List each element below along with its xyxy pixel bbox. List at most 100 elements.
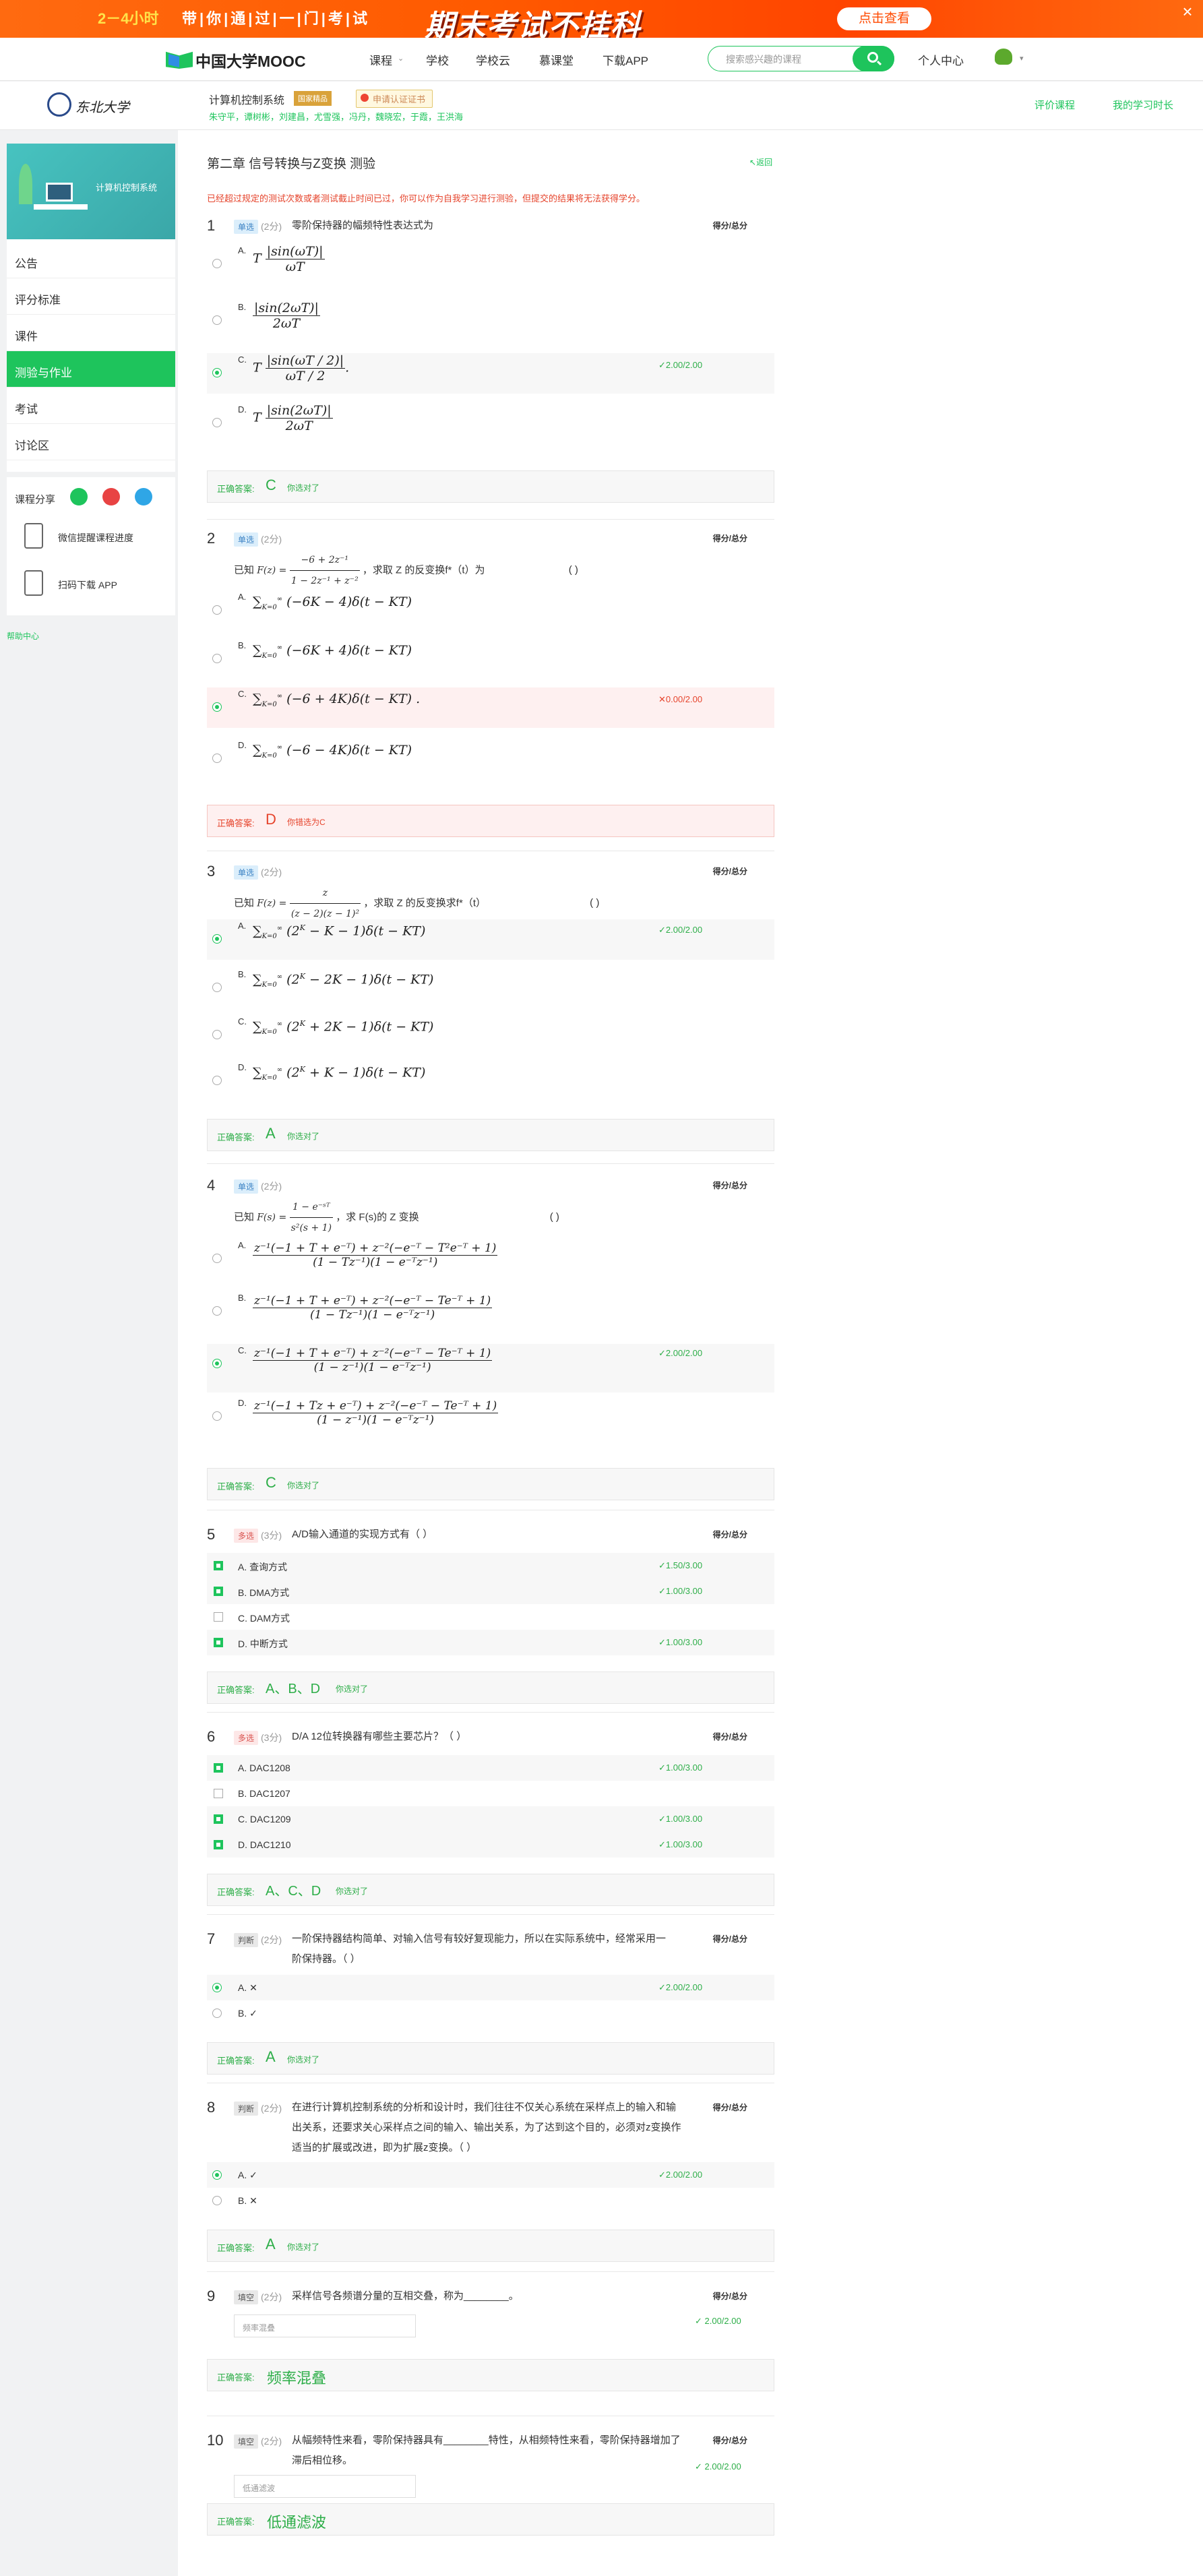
option-b[interactable]: B. ∑K=0∞ (−6K + 4)δ(t − KT) (207, 639, 774, 679)
question-text: 一阶保持器结构简单、对输入信号有较好复现能力，所以在实际系统中，经常采用一阶保持… (292, 1933, 667, 1965)
nav-mooc-class[interactable]: 慕课堂 (539, 51, 574, 68)
option-result: ✓2.00/2.00 (658, 360, 703, 370)
download-app-link[interactable]: 扫码下载 APP (58, 578, 117, 592)
option-result: ✕0.00/2.00 (658, 694, 703, 704)
sidebar-item-quiz[interactable]: 测验与作业 (7, 351, 175, 388)
option-b[interactable]: B. |sin(2ωT)| 2ωT (207, 301, 774, 341)
correct-answer: 低通滤波 (267, 2514, 327, 2531)
course-title[interactable]: 计算机控制系统 (209, 91, 284, 107)
sidebar-item-discussion[interactable]: 讨论区 (7, 424, 175, 460)
option-b[interactable]: B. DMA方式 ✓1.00/3.00 (207, 1578, 774, 1604)
correct-answer: D (266, 811, 276, 828)
personal-center[interactable]: 个人中心 (918, 51, 964, 68)
promo-slogan: 带|你|通|过|一|门|考|试 (182, 10, 371, 27)
nav-school-cloud[interactable]: 学校云 (476, 51, 510, 68)
answer-input[interactable]: 频率混叠 (234, 2314, 416, 2337)
back-link[interactable]: ↖返回 (749, 156, 772, 168)
chevron-down-icon: ⌄ (398, 55, 404, 63)
option-d[interactable]: D. 中断方式 ✓1.00/3.00 (207, 1630, 774, 1655)
option-b[interactable]: B. z⁻¹(−1 + T + e⁻ᵀ) + z⁻²(−e⁻ᵀ − Te⁻ᵀ +… (207, 1291, 774, 1340)
share-label: 课程分享 (15, 494, 56, 505)
question-8: 8 判断 (2分) 在进行计算机控制系统的分析和设计时，我们往往不仅关心系统在采… (207, 2099, 774, 2262)
option-d[interactable]: D. ∑K=0∞ (−6 − 4K)δ(t − KT) (207, 739, 774, 779)
correct-answer-box: 正确答案: 低通滤波 (207, 2503, 774, 2536)
university-seal-icon (47, 92, 71, 117)
option-c[interactable]: C. DAM方式 (207, 1604, 774, 1630)
wechat-icon[interactable] (70, 488, 88, 505)
option-d[interactable]: D. DAC1210 ✓1.00/3.00 (207, 1832, 774, 1858)
course-cover: 计算机控制系统 (7, 144, 175, 239)
option-c[interactable]: C. ∑K=0∞ (2K + 2K − 1)δ(t − KT) (207, 1015, 774, 1055)
option-result: ✓ 2.00/2.00 (695, 2316, 741, 2326)
sidebar-item-exam[interactable]: 考试 (7, 388, 175, 424)
teacher-list[interactable]: 朱守平，谭树彬，刘建昌，尤雪强，冯丹，魏晓宏，于霞，王洪海 (209, 110, 463, 123)
mooc-logo[interactable]: 中国大学MOOC (166, 47, 325, 70)
share-panel: 课程分享 微信提醒课程进度 扫码下载 APP (7, 472, 175, 615)
question-4: 4 单选 (2分) 得分/总分 已知 F(s) = 1 − e⁻ˢᵀ s²(s +… (207, 1177, 774, 1500)
question-9: 9 填空 (2分) 采样信号各频谱分量的互相交叠，称为________。 得分/… (207, 2288, 774, 2409)
qq-icon[interactable] (135, 488, 152, 505)
question-text: 在进行计算机控制系统的分析和设计时，我们往往不仅关心系统在采样点上的输入和输出关… (292, 2102, 681, 2153)
correct-answer: C (266, 477, 276, 493)
option-b[interactable]: B. DAC1207 (207, 1781, 774, 1806)
option-a[interactable]: A. T |sin(ωT)| ωT (207, 244, 774, 284)
search-input[interactable]: 搜索感兴趣的课程 (726, 53, 801, 66)
option-a[interactable]: A. z⁻¹(−1 + T + e⁻ᵀ) + z⁻²(−e⁻ᵀ − T²e⁻ᵀ … (207, 1239, 774, 1287)
correct-answer-box: 正确答案: A 你选对了 (207, 2042, 774, 2075)
answer-input[interactable]: 低通滤波 (234, 2475, 416, 2498)
correct-answer-box: 正确答案: 频率混叠 (207, 2359, 774, 2391)
correct-answer: A (266, 1125, 276, 1142)
option-a[interactable]: A. ✕ ✓2.00/2.00 (207, 1975, 774, 2000)
nav-schools[interactable]: 学校 (426, 51, 449, 68)
wechat-reminder-link[interactable]: 微信提醒课程进度 (58, 531, 133, 545)
correct-answer-box: 正确答案: C 你选对了 (207, 470, 774, 503)
option-c[interactable]: C. ∑K=0∞ (−6 + 4K)δ(t − KT) . ✕0.00/2.00 (207, 687, 774, 728)
university-logo[interactable]: 东北大学 (47, 91, 135, 119)
avatar[interactable] (995, 49, 1012, 65)
close-icon[interactable]: × (1177, 1, 1198, 22)
help-center-link[interactable]: 帮助中心 (7, 630, 39, 642)
promo-banner[interactable]: 2－4小时 带|你|通|过|一|门|考|试 期末考试不挂科 点击查看 × (0, 0, 1203, 38)
medal-icon (361, 94, 369, 102)
certificate-button[interactable]: 申请认证证书 (356, 90, 433, 108)
option-a[interactable]: A. ∑K=0∞ (2K − K − 1)δ(t − KT) ✓2.00/2.0… (207, 919, 774, 960)
rate-course-link[interactable]: 评价课程 (1035, 98, 1075, 112)
question-text: A/D输入通道的实现方式有（ ） (292, 1529, 433, 1540)
study-time-link[interactable]: 我的学习时长 (1113, 98, 1173, 112)
search-button[interactable] (853, 46, 894, 71)
correct-answer-box: 正确答案: A 你选对了 (207, 2230, 774, 2262)
correct-answer-box: 正确答案: A 你选对了 (207, 1119, 774, 1151)
option-c[interactable]: C. T |sin(ωT / 2)| ωT / 2. ✓2.00/2.00 (207, 353, 774, 394)
option-a[interactable]: A. ✓ ✓2.00/2.00 (207, 2162, 774, 2188)
nav-download-app[interactable]: 下载APP (603, 51, 648, 68)
course-header: 东北大学 计算机控制系统 国家精品 申请认证证书 朱守平，谭树彬，刘建昌，尤雪强… (0, 82, 1203, 130)
promo-view-button[interactable]: 点击查看 (837, 7, 931, 30)
correct-answer: A (266, 2236, 276, 2252)
reminder-icon (24, 523, 43, 549)
sidebar-item-announcement[interactable]: 公告 (7, 242, 175, 278)
correct-answer: A (266, 2048, 276, 2065)
question-text: D/A 12位转换器有哪些主要芯片？（ ） (292, 1731, 467, 1742)
option-a[interactable]: A. ∑K=0∞ (−6K − 4)δ(t − KT) (207, 590, 774, 631)
cover-title: 计算机控制系统 (96, 183, 158, 193)
option-c[interactable]: C. DAC1209 ✓1.00/3.00 (207, 1806, 774, 1832)
option-b[interactable]: B. ✕ (207, 2188, 774, 2213)
question-1: 1 单选 (2分) 零阶保持器的幅频特性表达式为 得分/总分 A. T |sin… (207, 217, 774, 507)
option-d[interactable]: D. T |sin(2ωT)| 2ωT (207, 403, 774, 443)
option-d[interactable]: D. ∑K=0∞ (2K + K − 1)δ(t − KT) (207, 1061, 774, 1101)
weibo-icon[interactable] (102, 488, 120, 505)
nav-courses[interactable]: 课程 (369, 51, 392, 68)
option-b[interactable]: B. ✓ (207, 2000, 774, 2026)
option-b[interactable]: B. ∑K=0∞ (2K − 2K − 1)δ(t − KT) (207, 968, 774, 1008)
question-number: 1 (207, 217, 216, 234)
sidebar-item-grading[interactable]: 评分标准 (7, 278, 175, 315)
search-box[interactable]: 搜索感兴趣的课程 (708, 46, 894, 71)
option-a[interactable]: A. DAC1208 ✓1.00/3.00 (207, 1755, 774, 1781)
top-nav: 中国大学MOOC 课程 ⌄ 学校 学校云 慕课堂 下载APP 搜索感兴趣的课程 … (0, 38, 1203, 81)
option-d[interactable]: D. z⁻¹(−1 + Tz + e⁻ᵀ) + z⁻²(−e⁻ᵀ − Te⁻ᵀ … (207, 1397, 774, 1445)
sidebar-item-courseware[interactable]: 课件 (7, 315, 175, 351)
notice-text: 已经超过规定的测试次数或者测试截止时间已过，你可以作为自我学习进行测验，但提交的… (207, 193, 646, 204)
option-result: ✓ 2.00/2.00 (695, 2461, 741, 2472)
option-a[interactable]: A. 查询方式 ✓1.50/3.00 (207, 1553, 774, 1578)
option-c[interactable]: C. z⁻¹(−1 + T + e⁻ᵀ) + z⁻²(−e⁻ᵀ − Te⁻ᵀ +… (207, 1344, 774, 1392)
